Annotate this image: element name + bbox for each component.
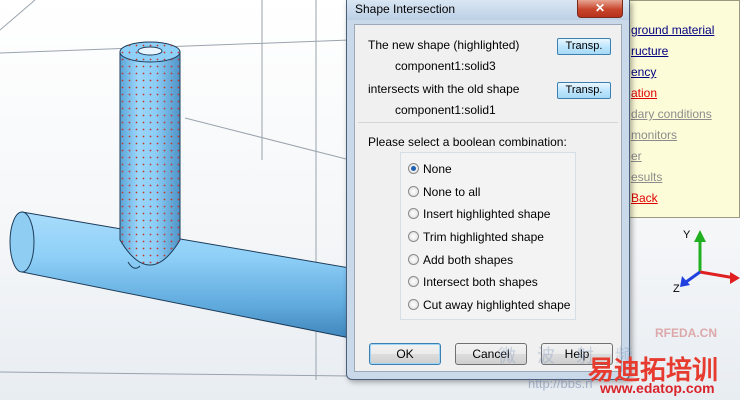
watermark-faint-url: http://bbs.rf xyxy=(528,376,594,391)
solid3-pipe[interactable] xyxy=(119,41,181,269)
radio-button[interactable] xyxy=(408,231,419,242)
separator xyxy=(358,122,618,123)
help-link-boundary-conditions[interactable]: dary conditions xyxy=(631,107,712,121)
radio-label: Add both shapes xyxy=(423,253,514,267)
y-axis-label: Y xyxy=(683,229,691,241)
radio-label: Insert highlighted shape xyxy=(423,207,551,221)
shape-intersection-dialog: Shape Intersection ✕ The new shape (high… xyxy=(346,0,630,380)
help-link-structure[interactable]: ructure xyxy=(631,44,668,58)
help-link-back[interactable]: Back xyxy=(631,191,658,205)
z-axis-label: Z xyxy=(673,283,680,295)
transp-old-shape-button[interactable]: Transp. xyxy=(557,82,611,99)
radio-label: Cut away highlighted shape xyxy=(423,298,571,312)
help-panel: ground material ructure ency ation dary … xyxy=(622,0,740,218)
radio-button[interactable] xyxy=(408,208,419,219)
watermark-url: www.edatop.com xyxy=(600,380,715,396)
dialog-titlebar[interactable]: Shape Intersection ✕ xyxy=(347,0,629,20)
close-button[interactable]: ✕ xyxy=(577,0,623,18)
dialog-title: Shape Intersection xyxy=(355,2,456,16)
radio-label: Trim highlighted shape xyxy=(423,230,544,244)
radio-label: None to all xyxy=(423,185,481,199)
watermark-site: RFEDA.CN xyxy=(655,326,717,340)
boolean-combination-group: None None to all Insert highlighted shap… xyxy=(400,152,576,320)
close-icon: ✕ xyxy=(594,1,606,15)
transp-new-shape-button[interactable]: Transp. xyxy=(557,38,611,55)
help-link-solver[interactable]: er xyxy=(631,149,642,163)
radio-button[interactable] xyxy=(408,186,419,197)
help-link-results[interactable]: esults xyxy=(631,170,662,184)
help-link-frequency[interactable]: ency xyxy=(631,65,656,79)
radio-button-checked[interactable] xyxy=(408,163,419,174)
radio-button[interactable] xyxy=(408,254,419,265)
new-shape-name: component1:solid3 xyxy=(395,59,496,73)
old-shape-label: intersects with the old shape xyxy=(368,82,520,96)
dialog-body: The new shape (highlighted) Transp. comp… xyxy=(354,24,622,372)
new-shape-label: The new shape (highlighted) xyxy=(368,38,520,52)
old-shape-name: component1:solid1 xyxy=(395,103,496,117)
radio-label: None xyxy=(423,162,452,176)
radio-button[interactable] xyxy=(408,276,419,287)
combination-prompt: Please select a boolean combination: xyxy=(368,135,567,149)
radio-button[interactable] xyxy=(408,299,419,310)
ok-button[interactable]: OK xyxy=(369,343,441,365)
radio-label: Intersect both shapes xyxy=(423,275,538,289)
help-link-monitors[interactable]: monitors xyxy=(631,128,677,142)
help-link-simulation[interactable]: ation xyxy=(631,86,657,100)
help-link-background-material[interactable]: ground material xyxy=(631,23,714,37)
